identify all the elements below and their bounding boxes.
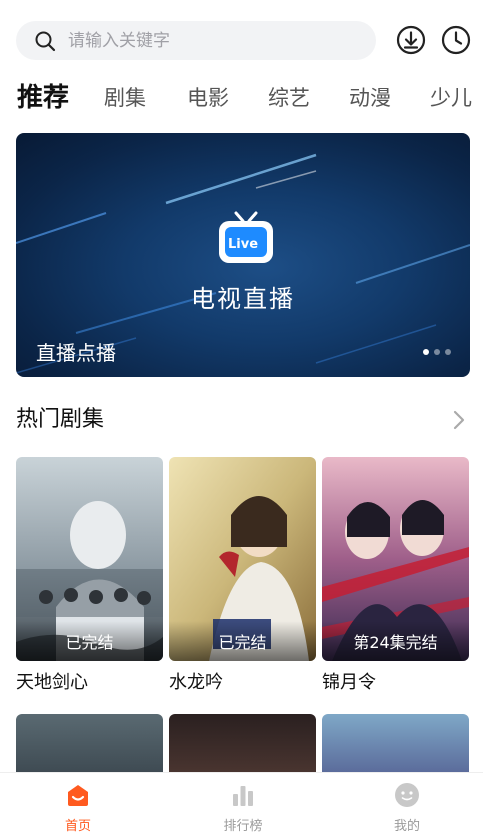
poster-image[interactable] (16, 714, 163, 774)
tab-kids[interactable]: 少儿 (430, 74, 472, 122)
top-bar: 请输入关键字 (0, 0, 483, 66)
carousel-dot[interactable] (445, 349, 451, 355)
drama-title[interactable]: 天地剑心 (16, 670, 163, 696)
drama-title[interactable]: 锦月令 (322, 670, 469, 696)
nav-label: 我的 (393, 819, 420, 834)
poster-image[interactable] (169, 714, 316, 774)
nav-profile[interactable]: 我的 (357, 773, 457, 838)
drama-card[interactable]: 第24集完结 锦月令 (322, 457, 469, 696)
search-placeholder: 请输入关键字 (68, 31, 170, 51)
episode-badge: 已完结 (16, 621, 163, 661)
bottom-navigation: 首页 排行榜 我的 (0, 772, 483, 838)
drama-card[interactable]: 已完结 水龙吟 (169, 457, 316, 696)
section-title: 热门剧集 (16, 407, 105, 432)
carousel-dot[interactable] (434, 349, 440, 355)
tab-variety[interactable]: 综艺 (268, 74, 310, 122)
carousel-dot[interactable] (423, 349, 429, 355)
poster-image[interactable] (322, 714, 469, 774)
tab-movies[interactable]: 电影 (187, 74, 229, 122)
nav-label: 首页 (64, 819, 91, 834)
carousel-indicator (423, 349, 451, 355)
download-button[interactable] (395, 24, 427, 56)
banner-title: 电视直播 (191, 285, 295, 313)
poster-image[interactable]: 第24集完结 (322, 457, 469, 661)
drama-title[interactable]: 水龙吟 (169, 670, 316, 696)
episode-badge: 第24集完结 (322, 621, 469, 661)
poster-image[interactable]: 已完结 (169, 457, 316, 661)
download-icon (396, 25, 426, 55)
tab-series[interactable]: 剧集 (104, 74, 146, 122)
search-bar[interactable]: 请输入关键字 (16, 21, 376, 60)
live-logo-text: Live (228, 237, 259, 252)
nav-ranking[interactable]: 排行榜 (193, 773, 293, 838)
poster-image[interactable]: 已完结 (16, 457, 163, 661)
episode-badge: 已完结 (169, 621, 316, 661)
chart-icon (233, 786, 253, 806)
tab-anime[interactable]: 动漫 (349, 74, 391, 122)
banner-caption: 直播点播 (36, 341, 116, 365)
home-icon (68, 785, 88, 806)
tab-recommend[interactable]: 推荐 (17, 74, 69, 122)
drama-card[interactable]: 已完结 天地剑心 (16, 457, 163, 696)
chevron-right-icon[interactable] (450, 408, 468, 432)
nav-home[interactable]: 首页 (28, 773, 128, 838)
profile-icon (395, 783, 419, 807)
category-tabs: 推荐 剧集 电影 综艺 动漫 少儿 (0, 74, 483, 122)
search-icon (35, 31, 56, 52)
clock-icon (441, 25, 471, 55)
history-button[interactable] (440, 24, 472, 56)
nav-label: 排行榜 (223, 819, 263, 834)
banner-carousel[interactable]: Live 电视直播 直播点播 (16, 133, 470, 377)
